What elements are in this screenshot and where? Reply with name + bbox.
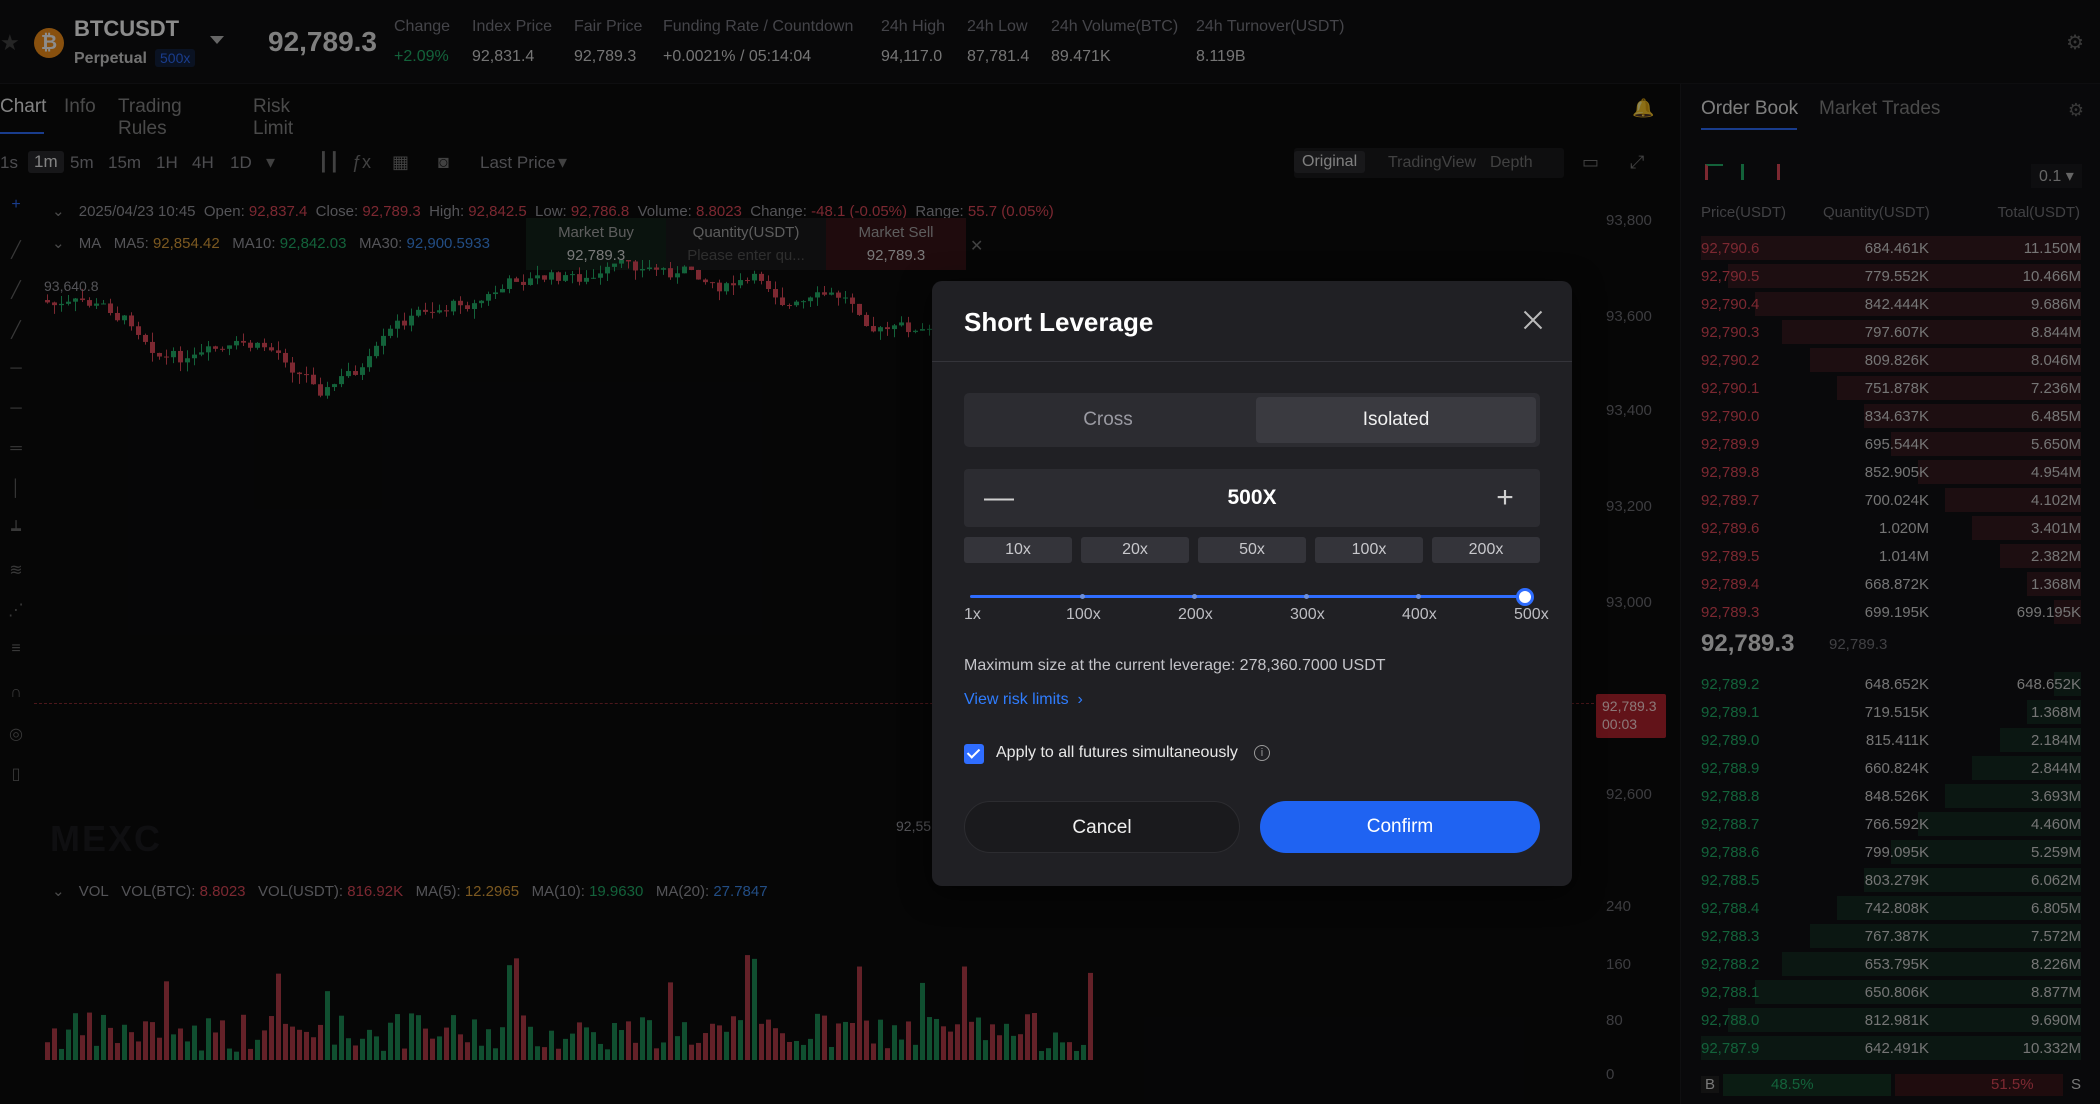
slider-track[interactable] — [970, 595, 1526, 598]
slider-tick — [1416, 594, 1421, 599]
mode-cross[interactable]: Cross — [964, 393, 1252, 447]
info-icon[interactable]: i — [1254, 745, 1270, 761]
confirm-button[interactable]: Confirm — [1260, 801, 1540, 853]
view-risk-limits-link[interactable]: View risk limits › — [964, 691, 1083, 709]
cancel-button[interactable]: Cancel — [964, 801, 1240, 853]
decrease-button[interactable]: — — [964, 469, 1034, 527]
preset-20x[interactable]: 20x — [1081, 537, 1189, 563]
leverage-stepper: — 500X + — [964, 469, 1540, 527]
preset-10x[interactable]: 10x — [964, 537, 1072, 563]
preset-50x[interactable]: 50x — [1198, 537, 1306, 563]
slider-thumb[interactable] — [1516, 588, 1534, 606]
dialog-title: Short Leverage — [964, 307, 1154, 337]
apply-all-label[interactable]: Apply to all futures simultaneously — [996, 744, 1238, 762]
preset-100x[interactable]: 100x — [1315, 537, 1423, 563]
apply-all-checkbox[interactable] — [964, 744, 984, 764]
increase-button[interactable]: + — [1470, 469, 1540, 527]
slider-tick — [1304, 594, 1309, 599]
leverage-presets: 10x 20x 50x 100x 200x — [964, 537, 1540, 563]
mode-isolated[interactable]: Isolated — [1256, 397, 1536, 443]
slider-tick — [1080, 594, 1085, 599]
short-leverage-dialog: Short Leverage Cross Isolated — 500X + 1… — [932, 281, 1572, 886]
slider-labels: 1x 100x 200x 300x 400x 500x — [964, 606, 1549, 623]
leverage-slider[interactable] — [970, 587, 1534, 607]
slider-tick — [1192, 594, 1197, 599]
margin-mode-switch: Cross Isolated — [964, 393, 1540, 447]
close-icon[interactable] — [1520, 307, 1546, 333]
divider — [932, 361, 1572, 362]
preset-200x[interactable]: 200x — [1432, 537, 1540, 563]
leverage-value[interactable]: 500X — [1064, 469, 1440, 527]
max-size-text: Maximum size at the current leverage: 27… — [964, 657, 1386, 674]
